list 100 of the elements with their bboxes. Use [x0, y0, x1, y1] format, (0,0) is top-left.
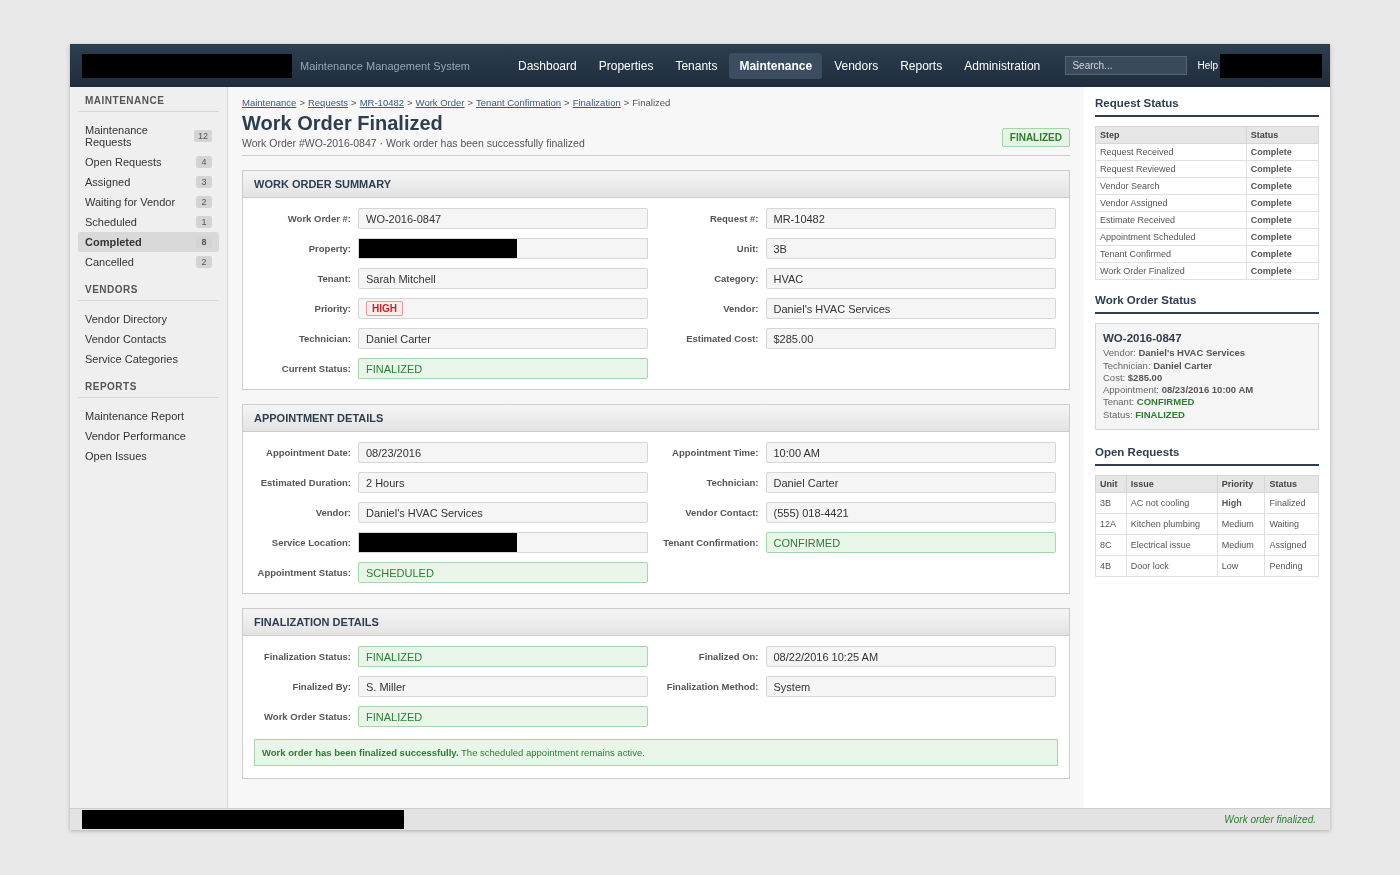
table-cell: Complete — [1246, 143, 1319, 161]
card-line: Technician: Daniel Carter — [1103, 359, 1214, 372]
sidebar-item-label: Open Issues — [85, 450, 147, 462]
app-name: Maintenance Management System — [300, 59, 470, 72]
success-alert: Work order has been finalized successfully. The scheduled appointment remains active. — [254, 739, 1058, 766]
sidebar-item[interactable]: Vendor Directory — [78, 309, 219, 329]
table-cell: Complete — [1246, 245, 1319, 263]
status-field: FINALIZED — [358, 646, 648, 667]
breadcrumb-link[interactable]: Finalization — [572, 97, 621, 108]
field-label: Priority: — [313, 303, 351, 314]
panel-header: WORK ORDER SUMMARY — [243, 171, 1069, 198]
nav-tab[interactable]: Administration — [954, 52, 1051, 79]
breadcrumb-link[interactable]: Requests — [307, 97, 349, 108]
nav-tab[interactable]: Properties — [588, 52, 664, 79]
table-cell: Electrical issue — [1126, 534, 1218, 556]
value-field: (555) 018-4421 — [765, 502, 1056, 523]
table-cell: Appointment Scheduled — [1095, 228, 1247, 246]
card-line: Vendor: Daniel's HVAC Services — [1103, 347, 1247, 360]
sidebar-item[interactable]: Cancelled 2 — [78, 252, 219, 272]
sidebar-item[interactable]: Open Issues — [78, 446, 219, 466]
count-badge: 4 — [196, 156, 212, 168]
field-label: Work Order #: — [286, 213, 351, 224]
sidebar-item[interactable]: Assigned 3 — [78, 172, 219, 192]
breadcrumb-separator: > — [467, 97, 474, 108]
sidebar-item[interactable]: Waiting for Vendor 2 — [78, 192, 219, 212]
sidebar-item[interactable]: Open Requests 4 — [78, 152, 219, 172]
nav-tab[interactable]: Dashboard — [508, 52, 587, 79]
sidebar-item[interactable]: Completed 8 — [78, 232, 219, 252]
status-badge: FINALIZED — [1001, 128, 1070, 147]
value-field: $285.00 — [765, 328, 1056, 349]
table-cell: Finalized — [1264, 492, 1319, 514]
breadcrumb-link[interactable]: Maintenance — [242, 97, 297, 108]
sidebar-section-title: VENDORS — [78, 284, 219, 301]
sidebar-item[interactable]: Maintenance Report — [78, 406, 219, 426]
table-cell: 4B — [1095, 555, 1127, 577]
sidebar-item[interactable]: Vendor Performance — [78, 426, 219, 446]
table-cell: Request Received — [1095, 143, 1247, 161]
panel-header: APPOINTMENT DETAILS — [243, 405, 1069, 432]
table-cell: Complete — [1246, 177, 1319, 195]
field-label: Vendor: — [722, 303, 759, 314]
status-field: FINALIZED — [358, 706, 648, 727]
field-label: Appointment Date: — [265, 447, 351, 458]
panel-header: FINALIZATION DETAILS — [243, 609, 1069, 636]
section-title: Work Order Status — [1095, 294, 1319, 314]
sidebar-item[interactable]: Scheduled 1 — [78, 212, 219, 232]
field-label: Tenant: — [316, 273, 351, 284]
sidebar-item[interactable]: Vendor Contacts — [78, 329, 219, 349]
nav-tab[interactable]: Vendors — [824, 52, 889, 79]
breadcrumb-link[interactable]: MR-10482 — [359, 97, 405, 108]
value-field: Daniel's HVAC Services — [765, 298, 1056, 319]
breadcrumb-separator: > — [299, 97, 305, 108]
table-cell: Complete — [1246, 228, 1319, 246]
breadcrumb-separator: > — [351, 97, 357, 108]
sidebar-item[interactable]: Service Categories — [78, 349, 219, 369]
field-label: Unit: — [735, 243, 759, 254]
table-cell: Medium — [1217, 513, 1265, 535]
table-cell: Complete — [1246, 160, 1319, 178]
field-label: Estimated Cost: — [685, 333, 759, 344]
sidebar-item[interactable]: Maintenance Requests 12 — [78, 120, 219, 152]
status-message: Work order finalized. — [1224, 814, 1316, 825]
field-label: Property: — [307, 243, 351, 254]
field-label: Finalized By: — [291, 681, 351, 692]
sidebar-item-label: Open Requests — [85, 156, 162, 168]
field-label: Estimated Duration: — [259, 477, 351, 488]
nav-tab[interactable]: Reports — [890, 52, 953, 79]
card-line: Appointment: 08/23/2016 10:00 AM — [1103, 384, 1255, 397]
card-line: Tenant: CONFIRMED — [1103, 396, 1196, 409]
table-cell: Pending — [1264, 555, 1319, 577]
field-label: Tenant Confirmation: — [662, 537, 759, 548]
field-label: Vendor: — [314, 507, 351, 518]
nav-tab[interactable]: Maintenance — [729, 52, 823, 79]
breadcrumb-link[interactable]: Tenant Confirmation — [476, 97, 562, 108]
card-line: Cost: $285.00 — [1103, 371, 1164, 385]
page-title: Work Order Finalized — [242, 112, 444, 135]
table-cell: 3B — [1095, 492, 1127, 514]
priority-badge: HIGH — [366, 301, 403, 316]
field-label: Appointment Status: — [256, 567, 351, 578]
breadcrumb-link[interactable]: Work Order — [415, 97, 465, 108]
help-link[interactable]: Help — [1197, 60, 1218, 71]
table-cell: AC not cooling — [1126, 492, 1218, 514]
nav-tab[interactable]: Tenants — [665, 52, 728, 79]
field-label: Request #: — [708, 213, 759, 224]
table-header: Status — [1246, 126, 1319, 144]
count-badge: 8 — [196, 236, 212, 248]
breadcrumb-separator: > — [407, 97, 413, 108]
table-header: Issue — [1126, 475, 1218, 493]
count-badge: 2 — [196, 256, 212, 268]
field-label: Technician: — [297, 333, 351, 344]
count-badge: 2 — [196, 196, 212, 208]
field-label: Service Location: — [270, 537, 351, 548]
value-field: System — [765, 676, 1056, 697]
breadcrumb-current: Finalized — [632, 97, 671, 108]
breadcrumb-separator: > — [623, 97, 630, 108]
search-field[interactable]: Search... — [1065, 56, 1188, 75]
field-label: Current Status: — [280, 363, 351, 374]
table-cell: Waiting — [1264, 513, 1319, 535]
sidebar-item-label: Vendor Contacts — [85, 333, 167, 345]
table-cell: Low — [1217, 555, 1265, 577]
count-badge: 12 — [194, 130, 212, 142]
sidebar-item-label: Assigned — [85, 176, 131, 188]
